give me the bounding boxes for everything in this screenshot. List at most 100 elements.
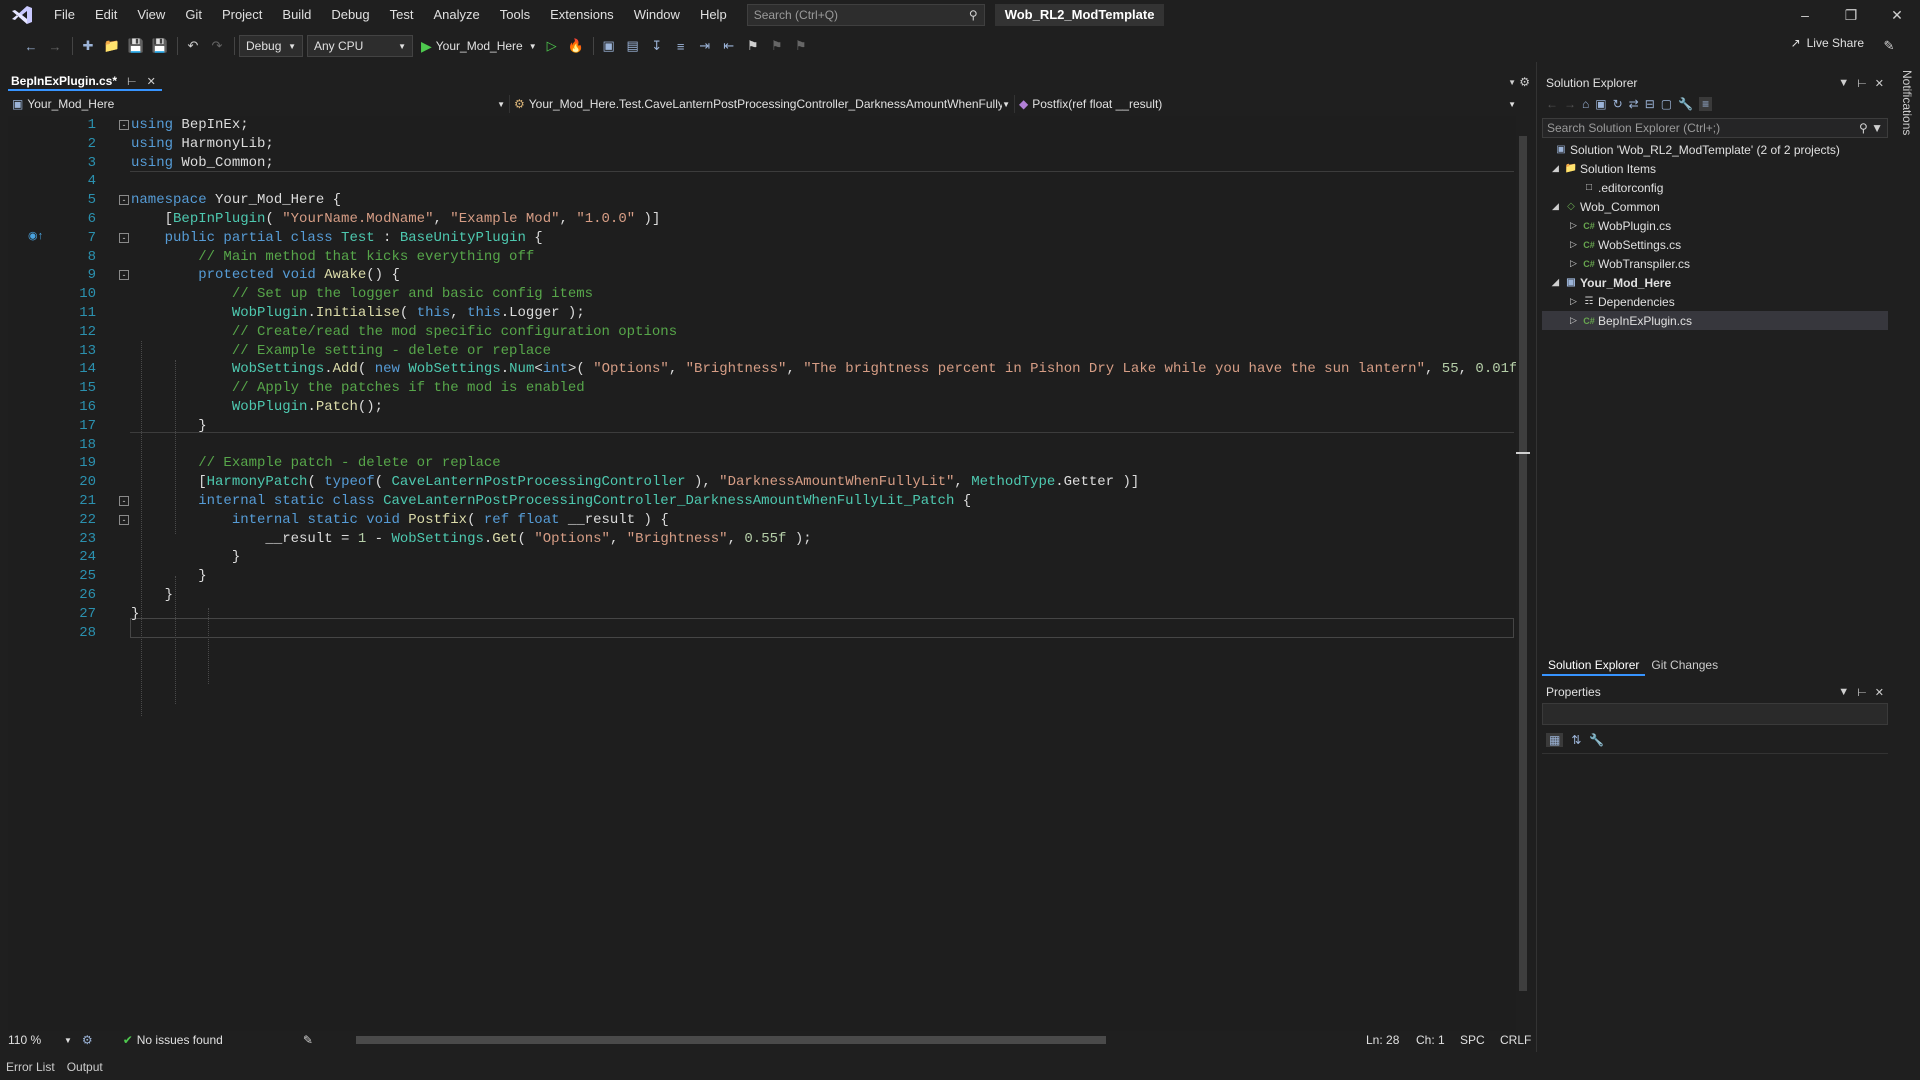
collapsed-arrow-icon[interactable]: ▷ [1570, 315, 1580, 326]
outdent-icon[interactable]: ⇤ [718, 35, 740, 57]
tree-wobtranspiler[interactable]: ▷ C# WobTranspiler.cs [1542, 254, 1888, 273]
restore-button[interactable]: ❐ [1828, 0, 1874, 30]
menu-project[interactable]: Project [212, 0, 272, 30]
start-debugging-button[interactable]: ▶ Your_Mod_Here ▼ [417, 38, 541, 55]
close-icon[interactable]: ✕ [1875, 77, 1884, 90]
menu-extensions[interactable]: Extensions [540, 0, 624, 30]
scroll-thumb[interactable] [1519, 136, 1527, 991]
settings-gear-icon[interactable]: ⚙ [1519, 75, 1530, 89]
format-icon[interactable]: ≡ [670, 35, 692, 57]
close-icon[interactable]: ✕ [1875, 686, 1884, 699]
line-ending[interactable]: CRLF [1500, 1033, 1531, 1047]
preview-icon[interactable]: ≡ [1699, 97, 1713, 111]
redo-icon[interactable]: ↷ [206, 35, 228, 57]
configuration-dropdown[interactable]: Debug ▼ [239, 35, 303, 57]
type-nav-dropdown[interactable]: ⚙ Your_Mod_Here.Test.CaveLanternPostProce… [510, 95, 1015, 113]
scroll-thumb[interactable] [356, 1036, 1106, 1044]
next-bookmark-icon[interactable]: ⚑ [790, 35, 812, 57]
tree-solution-items[interactable]: ◢ 📁 Solution Items [1542, 159, 1888, 178]
menu-analyze[interactable]: Analyze [423, 0, 489, 30]
properties-wrench-icon[interactable]: 🔧 [1678, 97, 1693, 111]
collapse-icon[interactable]: - [119, 496, 129, 506]
horizontal-scrollbar[interactable] [348, 1036, 1348, 1044]
browser-link-icon[interactable]: ▣ [598, 35, 620, 57]
chevron-down-icon[interactable]: ▼ [64, 1036, 72, 1045]
open-folder-icon[interactable]: 📁 [101, 35, 123, 57]
member-nav-dropdown[interactable]: ◆ Postfix(ref float __result) ▼ [1015, 95, 1520, 113]
show-all-files-icon[interactable]: ▢ [1661, 97, 1672, 111]
forward-icon[interactable]: → [44, 35, 66, 57]
save-all-icon[interactable]: 💾 [149, 35, 171, 57]
tab-error-list[interactable]: Error List [0, 1060, 61, 1074]
pin-icon[interactable]: ⊢ [127, 75, 137, 88]
notifications-side-tab[interactable]: Notifications [1894, 70, 1914, 160]
minimize-button[interactable]: – [1782, 0, 1828, 30]
tab-bepinexplugin[interactable]: BepInExPlugin.cs* ⊢ ✕ [8, 73, 162, 91]
menu-file[interactable]: File [44, 0, 85, 30]
step-icon[interactable]: ↧ [646, 35, 668, 57]
chevron-down-icon[interactable]: ▼ [1838, 686, 1849, 699]
collapsed-arrow-icon[interactable]: ▷ [1570, 239, 1580, 250]
bookmark-icon[interactable]: ⚑ [742, 35, 764, 57]
alphabetical-icon[interactable]: ⇅ [1571, 733, 1581, 747]
indent-icon[interactable]: ⇥ [694, 35, 716, 57]
tree-bepinexplugin[interactable]: ▷ C# BepInExPlugin.cs [1542, 311, 1888, 330]
pin-icon[interactable]: ⊢ [1857, 77, 1867, 90]
collapse-icon[interactable]: - [119, 232, 129, 243]
tab-solution-explorer[interactable]: Solution Explorer [1542, 656, 1646, 676]
issues-status[interactable]: No issues found [137, 1033, 223, 1047]
tab-output[interactable]: Output [61, 1060, 109, 1074]
new-project-icon[interactable]: ✚ [77, 35, 99, 57]
menu-git[interactable]: Git [175, 0, 212, 30]
tab-git-changes[interactable]: Git Changes [1645, 656, 1724, 676]
editor-vertical-scrollbar[interactable] [1516, 116, 1530, 1031]
menu-window[interactable]: Window [624, 0, 690, 30]
collapse-icon[interactable]: - [119, 270, 129, 281]
forward-icon[interactable]: → [1564, 97, 1576, 111]
history-icon[interactable]: ↻ [1613, 97, 1623, 111]
expanded-arrow-icon[interactable]: ◢ [1552, 277, 1562, 288]
live-share-button[interactable]: ↗ Live Share [1791, 36, 1864, 50]
close-window-button[interactable]: ✕ [1874, 0, 1920, 30]
layout-icon[interactable]: ▤ [622, 35, 644, 57]
platform-dropdown[interactable]: Any CPU ▼ [307, 35, 413, 57]
whitespace-mode[interactable]: SPC [1460, 1033, 1485, 1047]
menu-edit[interactable]: Edit [85, 0, 127, 30]
visual-studio-logo-icon[interactable] [0, 0, 44, 30]
tree-wob-common[interactable]: ◢ ◇ Wob_Common [1542, 197, 1888, 216]
menu-build[interactable]: Build [272, 0, 321, 30]
tab-overflow-icon[interactable]: ▼ [1508, 78, 1516, 87]
menu-test[interactable]: Test [380, 0, 424, 30]
back-icon[interactable]: ← [20, 35, 42, 57]
property-pages-icon[interactable]: 🔧 [1589, 733, 1604, 747]
hot-reload-icon[interactable]: 🔥 [565, 35, 587, 57]
feedback-icon[interactable]: ✎ [1878, 35, 1900, 57]
collapsed-arrow-icon[interactable]: ▷ [1570, 296, 1580, 307]
expanded-arrow-icon[interactable]: ◢ [1552, 201, 1562, 212]
pin-icon[interactable]: ⊢ [1857, 686, 1867, 699]
tree-solution[interactable]: ▣ Solution 'Wob_RL2_ModTemplate' (2 of 2… [1542, 140, 1888, 159]
zoom-level[interactable]: 110 % [8, 1033, 64, 1047]
home-icon[interactable]: ⌂ [1582, 97, 1589, 111]
sync-icon[interactable]: ⇄ [1629, 97, 1639, 111]
menu-help[interactable]: Help [690, 0, 737, 30]
project-nav-dropdown[interactable]: ▣ Your_Mod_Here ▼ [8, 95, 510, 113]
menu-view[interactable]: View [127, 0, 175, 30]
tree-your-mod-here[interactable]: ◢ ▣ Your_Mod_Here [1542, 273, 1888, 292]
menu-debug[interactable]: Debug [321, 0, 379, 30]
collapse-icon[interactable]: - [119, 514, 129, 525]
solution-search-input[interactable]: Search Solution Explorer (Ctrl+;) ⚲ ▼ [1542, 118, 1888, 138]
solution-name-badge[interactable]: Wob_RL2_ModTemplate [994, 4, 1165, 26]
collapsed-arrow-icon[interactable]: ▷ [1570, 220, 1580, 231]
object-selector-dropdown[interactable] [1542, 703, 1888, 725]
categorized-icon[interactable]: ▦ [1546, 733, 1564, 747]
back-icon[interactable]: ← [1546, 97, 1558, 111]
tree-dependencies[interactable]: ▷ ☶ Dependencies [1542, 292, 1888, 311]
collapse-icon[interactable]: - [119, 195, 129, 206]
close-tab-icon[interactable]: ✕ [147, 75, 156, 88]
code-editor[interactable]: ◉↑ 1- using BepInEx; 2 using HarmonyLib; 3… [8, 116, 1520, 1031]
switch-views-icon[interactable]: ▣ [1595, 97, 1606, 111]
tree-wobplugin[interactable]: ▷ C# WobPlugin.cs [1542, 216, 1888, 235]
save-icon[interactable]: 💾 [125, 35, 147, 57]
undo-icon[interactable]: ↶ [182, 35, 204, 57]
